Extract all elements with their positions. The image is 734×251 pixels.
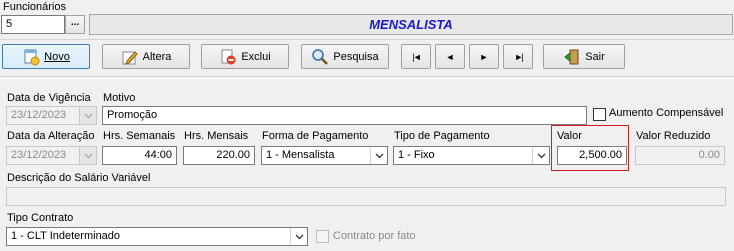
novo-button[interactable]: Novo bbox=[2, 44, 90, 69]
chevron-down-icon bbox=[79, 147, 96, 164]
pesquisa-label: Pesquisa bbox=[333, 50, 379, 63]
aumento-compensavel-label: Aumento Compensável bbox=[609, 107, 724, 119]
next-record-icon: ► bbox=[479, 51, 489, 62]
novo-label: Novo bbox=[44, 50, 70, 63]
tipo-title-panel: MENSALISTA bbox=[89, 14, 733, 35]
hrs-mensais-input[interactable]: 220.00 bbox=[183, 146, 255, 165]
data-alteracao-field: 23/12/2023 bbox=[6, 146, 97, 165]
data-vigencia-label: Data de Vigência bbox=[7, 92, 91, 104]
data-alteracao-value: 23/12/2023 bbox=[11, 149, 67, 161]
tipo-title: MENSALISTA bbox=[369, 17, 453, 32]
forma-pagamento-select[interactable]: 1 - Mensalista bbox=[261, 146, 388, 165]
altera-label: Altera bbox=[142, 50, 172, 63]
tipo-contrato-value: 1 - CLT Indeterminado bbox=[11, 230, 121, 242]
previous-record-icon: ◄ bbox=[445, 51, 455, 62]
forma-pagamento-value: 1 - Mensalista bbox=[266, 149, 335, 161]
funcionario-code-field[interactable]: 5 bbox=[1, 15, 65, 34]
descricao-salario-label: Descrição do Salário Variável bbox=[7, 172, 151, 184]
chevron-down-icon bbox=[79, 107, 96, 124]
data-vigencia-field: 23/12/2023 bbox=[6, 106, 97, 125]
ellipsis-icon: ... bbox=[70, 16, 80, 28]
first-record-button[interactable]: |◄ bbox=[401, 44, 431, 69]
contrato-por-fato-label: Contrato por fato bbox=[333, 230, 416, 242]
pesquisa-button[interactable]: Pesquisa bbox=[301, 44, 389, 69]
edit-pencil-icon bbox=[121, 48, 139, 66]
magnifier-icon bbox=[311, 48, 329, 66]
tipo-pagamento-select[interactable]: 1 - Fixo bbox=[393, 146, 550, 165]
motivo-label: Motivo bbox=[103, 92, 136, 104]
forma-pagamento-label: Forma de Pagamento bbox=[262, 130, 369, 142]
exclui-button[interactable]: Exclui bbox=[201, 44, 289, 69]
previous-record-button[interactable]: ◄ bbox=[435, 44, 465, 69]
exclui-label: Exclui bbox=[241, 50, 271, 63]
data-alteracao-label: Data da Alteração bbox=[7, 130, 95, 142]
tipo-contrato-select[interactable]: 1 - CLT Indeterminado bbox=[6, 227, 308, 246]
sair-label: Sair bbox=[585, 50, 605, 63]
exit-door-icon bbox=[563, 48, 581, 66]
chevron-down-icon bbox=[290, 228, 307, 245]
funcionario-lookup-button[interactable]: ... bbox=[65, 15, 85, 34]
next-record-button[interactable]: ► bbox=[469, 44, 499, 69]
motivo-input[interactable]: Promoção bbox=[102, 106, 587, 125]
funcionarios-label: Funcionários bbox=[3, 1, 66, 13]
data-vigencia-value: 23/12/2023 bbox=[11, 109, 67, 121]
hrs-semanais-label: Hrs. Semanais bbox=[103, 130, 176, 142]
contrato-por-fato-checkbox[interactable] bbox=[316, 230, 329, 243]
chevron-down-icon bbox=[532, 147, 549, 164]
toolbar-bottom-highlight bbox=[0, 78, 734, 79]
sair-button[interactable]: Sair bbox=[543, 44, 625, 69]
hrs-mensais-label: Hrs. Mensais bbox=[184, 130, 249, 142]
aumento-compensavel-checkbox[interactable] bbox=[593, 108, 606, 121]
descricao-salario-field bbox=[6, 187, 726, 206]
valor-input[interactable]: 2,500.00 bbox=[557, 146, 627, 165]
tipo-pagamento-value: 1 - Fixo bbox=[398, 149, 435, 161]
delete-document-icon bbox=[219, 48, 237, 66]
new-document-icon bbox=[22, 48, 40, 66]
last-record-button[interactable]: ►| bbox=[503, 44, 533, 69]
toolbar-top-separator bbox=[0, 39, 734, 40]
chevron-down-icon bbox=[370, 147, 387, 164]
valor-reduzido-label: Valor Reduzido bbox=[636, 130, 711, 142]
altera-button[interactable]: Altera bbox=[102, 44, 190, 69]
hrs-semanais-input[interactable]: 44:00 bbox=[102, 146, 177, 165]
tipo-pagamento-label: Tipo de Pagamento bbox=[394, 130, 490, 142]
first-record-icon: |◄ bbox=[412, 51, 421, 62]
toolbar-bottom-separator bbox=[0, 76, 734, 77]
valor-reduzido-field: 0.00 bbox=[635, 146, 725, 165]
tipo-contrato-label: Tipo Contrato bbox=[7, 212, 74, 224]
last-record-icon: ►| bbox=[514, 51, 523, 62]
